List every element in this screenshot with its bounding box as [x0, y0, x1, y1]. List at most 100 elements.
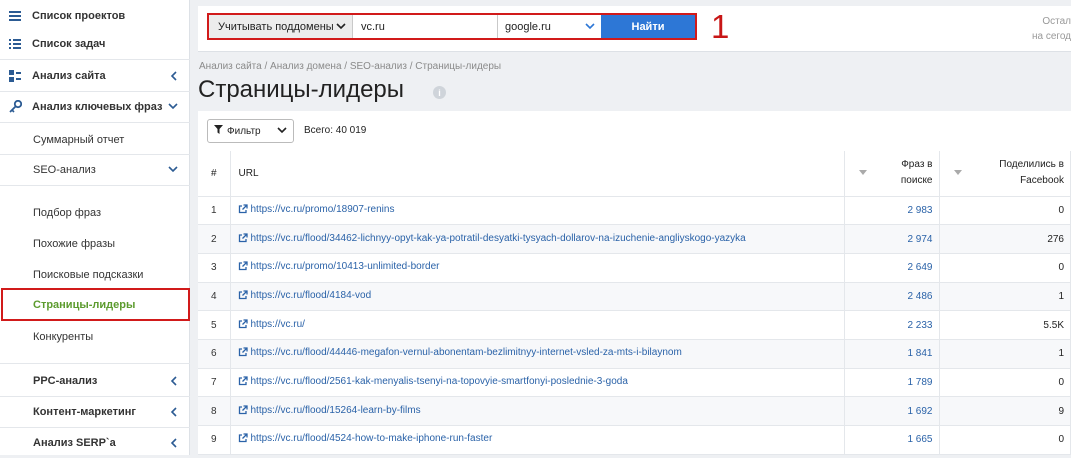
- sidebar-item-label: Похожие фразы: [33, 237, 116, 250]
- external-link-icon[interactable]: [238, 261, 248, 274]
- row-number: 8: [198, 396, 231, 426]
- url-link[interactable]: https://vc.ru/: [251, 319, 305, 330]
- site-analysis-icon: [8, 69, 22, 83]
- row-number: 9: [198, 425, 231, 455]
- url-cell[interactable]: https://vc.ru/flood/4184-vod: [230, 282, 845, 312]
- url-cell[interactable]: https://vc.ru/promo/10413-unlimited-bord…: [230, 253, 845, 283]
- sidebar-item-label: Контент-маркетинг: [33, 405, 136, 418]
- sidebar-item-content-marketing[interactable]: Контент-маркетинг: [0, 396, 190, 427]
- url-cell[interactable]: https://vc.ru/flood/15264-learn-by-films: [230, 396, 845, 426]
- phrases-count[interactable]: 1 789: [844, 368, 940, 398]
- table-row: 9 https://vc.ru/flood/4524-how-to-make-ip…: [198, 425, 1071, 455]
- phrases-count[interactable]: 2 233: [844, 310, 940, 340]
- sidebar-item-tasks[interactable]: Список задач: [0, 28, 190, 59]
- url-link[interactable]: https://vc.ru/promo/18907-renins: [251, 204, 395, 215]
- url-link[interactable]: https://vc.ru/flood/2561-kak-menyalis-ts…: [251, 376, 628, 387]
- task-list-icon: [8, 37, 22, 51]
- search-engine-select[interactable]: google.ru: [498, 15, 601, 38]
- external-link-icon[interactable]: [238, 405, 248, 418]
- external-link-icon[interactable]: [238, 433, 248, 446]
- url-cell[interactable]: https://vc.ru/flood/44446-megafon-vernul…: [230, 339, 845, 369]
- phrases-count[interactable]: 2 649: [844, 253, 940, 283]
- phrases-count[interactable]: 1 841: [844, 339, 940, 369]
- url-link[interactable]: https://vc.ru/flood/34462-lichnyy-opyt-k…: [251, 233, 746, 244]
- row-number: 7: [198, 368, 231, 398]
- breadcrumb[interactable]: Анализ сайта / Анализ домена / SEO-анали…: [199, 61, 501, 72]
- chevron-left-icon: [168, 70, 178, 81]
- external-link-icon[interactable]: [238, 204, 248, 217]
- external-link-icon[interactable]: [238, 232, 248, 246]
- sidebar-item-ppc-analysis[interactable]: PPC-анализ: [0, 365, 190, 396]
- sidebar-item-summary-report[interactable]: Суммарный отчет: [0, 124, 190, 155]
- url-cell[interactable]: https://vc.ru/flood/4524-how-to-make-iph…: [230, 425, 845, 455]
- sidebar-item-phrase-selection[interactable]: Подбор фраз: [0, 197, 190, 228]
- sidebar-item-seo-analysis[interactable]: SEO-анализ: [0, 154, 190, 185]
- domain-input[interactable]: [353, 15, 498, 38]
- chevron-down-icon: [168, 165, 178, 175]
- info-icon[interactable]: i: [433, 86, 446, 99]
- leader-pages-table: # URL Фраз в поиске Поделились в Faceboo…: [198, 151, 1071, 455]
- sidebar-item-serp-analysis[interactable]: Анализ SERP`а: [0, 427, 190, 458]
- sidebar-item-label: Список проектов: [32, 9, 126, 22]
- table-header-row: # URL Фраз в поиске Поделились в Faceboo…: [198, 151, 1071, 197]
- sidebar-item-similar-phrases[interactable]: Похожие фразы: [0, 228, 190, 259]
- url-link[interactable]: https://vc.ru/flood/4184-vod: [251, 290, 372, 301]
- filter-icon: [214, 125, 223, 137]
- chevron-left-icon: [168, 375, 178, 386]
- subdomain-select[interactable]: Учитывать поддомены: [209, 15, 353, 38]
- external-link-icon[interactable]: [238, 318, 248, 332]
- url-cell[interactable]: https://vc.ru/: [230, 310, 845, 340]
- sidebar-item-label: Анализ сайта: [32, 69, 106, 82]
- filter-button-label: Фильтр: [227, 125, 261, 137]
- facebook-shares: 5.5K: [939, 310, 1071, 340]
- column-header-phrases-line2: поиске: [900, 175, 933, 187]
- chevron-down-icon: [168, 102, 178, 112]
- phrases-count[interactable]: 2 486: [844, 282, 940, 312]
- facebook-shares: 0: [939, 196, 1071, 226]
- filter-button[interactable]: Фильтр: [207, 119, 294, 143]
- phrases-count[interactable]: 1 692: [844, 396, 940, 426]
- search-bar: Учитывать поддомены google.ru Найти 1 Ос…: [198, 6, 1071, 52]
- url-link[interactable]: https://vc.ru/flood/15264-learn-by-films: [251, 405, 421, 416]
- sidebar-item-competitors[interactable]: Конкуренты: [0, 321, 190, 352]
- table-row: 6 https://vc.ru/flood/44446-megafon-vernu…: [198, 339, 1071, 369]
- phrases-count[interactable]: 2 983: [844, 196, 940, 226]
- sort-icon[interactable]: [858, 170, 867, 175]
- table-row: 1 https://vc.ru/promo/18907-renins 2 983 0: [198, 196, 1071, 226]
- facebook-shares: 9: [939, 396, 1071, 426]
- url-cell[interactable]: https://vc.ru/flood/2561-kak-menyalis-ts…: [230, 368, 845, 398]
- external-link-icon[interactable]: [238, 347, 248, 360]
- sidebar-item-label: Список задач: [32, 37, 106, 50]
- annotation-highlight-box: [1, 288, 190, 321]
- column-header-phrases[interactable]: Фраз в поиске: [844, 151, 940, 197]
- facebook-shares: 0: [939, 368, 1071, 398]
- column-header-facebook[interactable]: Поделились в Facebook: [939, 151, 1071, 197]
- find-button[interactable]: Найти: [601, 15, 695, 38]
- sidebar-item-projects[interactable]: Список проектов: [0, 0, 190, 31]
- phrases-count[interactable]: 1 665: [844, 425, 940, 455]
- external-link-icon[interactable]: [238, 376, 248, 389]
- url-link[interactable]: https://vc.ru/flood/44446-megafon-vernul…: [251, 347, 682, 358]
- url-cell[interactable]: https://vc.ru/flood/34462-lichnyy-opyt-k…: [230, 224, 845, 254]
- sidebar-item-label: Анализ ключевых фраз: [32, 100, 163, 113]
- url-link[interactable]: https://vc.ru/promo/10413-unlimited-bord…: [251, 261, 440, 272]
- column-header-url: URL: [230, 151, 845, 197]
- list-icon: [8, 9, 22, 23]
- search-form: Учитывать поддомены google.ru Найти: [207, 13, 697, 40]
- phrases-count[interactable]: 2 974: [844, 224, 940, 254]
- sort-icon[interactable]: [953, 170, 962, 175]
- annotation-number-1: 1: [711, 8, 730, 45]
- row-number: 3: [198, 253, 231, 283]
- url-link[interactable]: https://vc.ru/flood/4524-how-to-make-iph…: [251, 433, 493, 444]
- chevron-down-icon: [585, 21, 595, 33]
- table-row: 3 https://vc.ru/promo/10413-unlimited-bor…: [198, 253, 1071, 283]
- external-link-icon[interactable]: [238, 290, 248, 303]
- sidebar-item-keyword-analysis[interactable]: Анализ ключевых фраз: [0, 91, 190, 122]
- page-title: Страницы-лидеры: [198, 76, 405, 103]
- limits-line-1: Остал: [1042, 16, 1071, 27]
- url-cell[interactable]: https://vc.ru/promo/18907-renins: [230, 196, 845, 226]
- sidebar-item-search-suggestions[interactable]: Поисковые подсказки: [0, 259, 190, 290]
- table-row: 4 https://vc.ru/flood/4184-vod 2 486 1: [198, 282, 1071, 312]
- table-row: 2 https://vc.ru/flood/34462-lichnyy-opyt-…: [198, 224, 1071, 254]
- sidebar-item-site-analysis[interactable]: Анализ сайта: [0, 60, 190, 91]
